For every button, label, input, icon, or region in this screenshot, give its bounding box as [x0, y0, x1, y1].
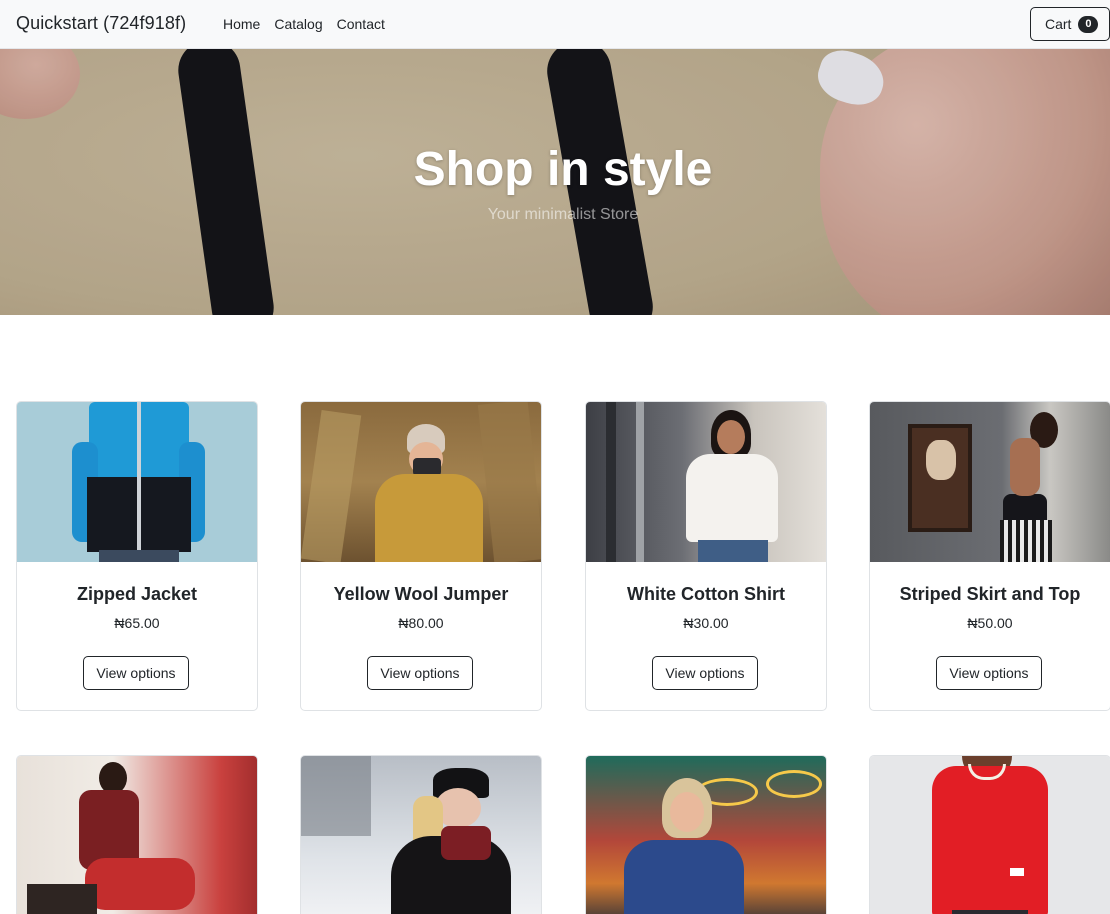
- product-card: [585, 755, 827, 914]
- view-options-button[interactable]: View options: [83, 656, 189, 690]
- hero-title: Shop in style: [413, 143, 713, 196]
- cart-label: Cart: [1045, 16, 1072, 32]
- product-name: Striped Skirt and Top: [899, 584, 1081, 604]
- product-price: ₦30.00: [683, 615, 729, 631]
- hero-subtitle: Your minimalist Store: [487, 206, 639, 223]
- product-price: ₦65.00: [114, 615, 160, 631]
- product-name: Zipped Jacket: [76, 584, 198, 604]
- nav-links: Home Catalog Contact: [223, 16, 385, 32]
- product-image[interactable]: [301, 402, 541, 562]
- product-name: White Cotton Shirt: [627, 584, 785, 604]
- product-card: Striped Skirt and Top ₦50.00 View option…: [869, 401, 1110, 711]
- product-price: ₦50.00: [967, 615, 1013, 631]
- cart-button[interactable]: Cart 0: [1030, 7, 1110, 41]
- product-image[interactable]: [870, 402, 1110, 562]
- cart-count-badge: 0: [1078, 15, 1099, 33]
- nav-link-catalog[interactable]: Catalog: [274, 16, 322, 32]
- product-image[interactable]: [870, 756, 1110, 914]
- product-image[interactable]: [17, 756, 257, 914]
- navbar: Quickstart (724f918f) Home Catalog Conta…: [0, 0, 1110, 49]
- product-card: Yellow Wool Jumper ₦80.00 View options: [300, 401, 542, 711]
- nav-link-home[interactable]: Home: [223, 16, 260, 32]
- product-card: White Cotton Shirt ₦30.00 View options: [585, 401, 827, 711]
- product-image[interactable]: [586, 756, 826, 914]
- product-image[interactable]: [586, 402, 826, 562]
- product-card: [16, 755, 258, 914]
- product-name: Yellow Wool Jumper: [333, 584, 509, 604]
- product-image[interactable]: [301, 756, 541, 914]
- hero-banner: Shop in style Your minimalist Store: [0, 49, 1110, 315]
- nav-link-contact[interactable]: Contact: [337, 16, 385, 32]
- view-options-button[interactable]: View options: [936, 656, 1042, 690]
- product-price: ₦80.00: [398, 615, 444, 631]
- view-options-button[interactable]: View options: [367, 656, 473, 690]
- view-options-button[interactable]: View options: [652, 656, 758, 690]
- brand-link[interactable]: Quickstart (724f918f): [16, 13, 186, 34]
- product-image[interactable]: [17, 402, 257, 562]
- product-card: [300, 755, 542, 914]
- product-card: Zipped Jacket ₦65.00 View options: [16, 401, 258, 711]
- product-card: [869, 755, 1110, 914]
